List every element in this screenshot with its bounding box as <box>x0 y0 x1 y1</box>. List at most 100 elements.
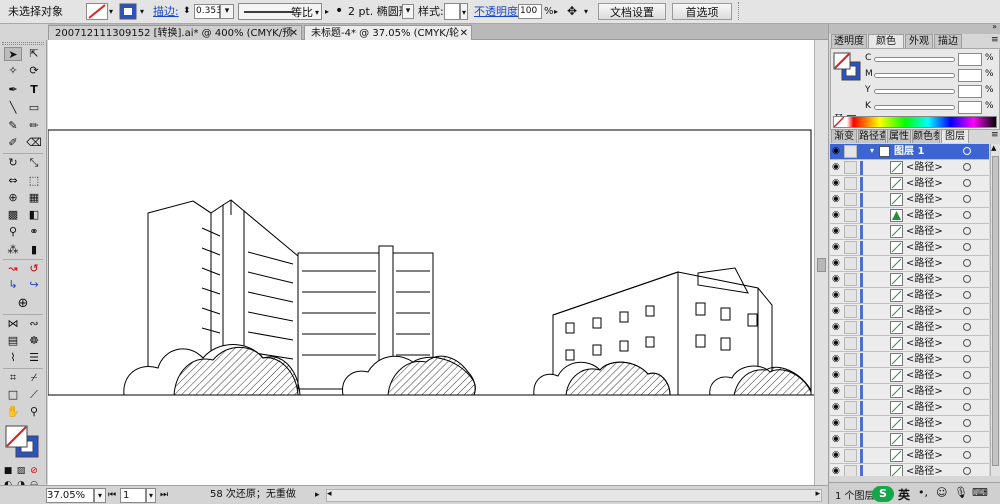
twirl-tool-icon[interactable]: ∾ <box>25 317 43 331</box>
eye-icon[interactable]: ◉ <box>832 435 840 444</box>
channel-slider[interactable] <box>874 105 955 110</box>
warp-tool-icon[interactable]: ⋈ <box>4 317 22 331</box>
eye-icon[interactable]: ◉ <box>832 387 840 396</box>
slice-tool-icon[interactable]: ⌿ <box>25 371 43 385</box>
lock-toggle[interactable] <box>844 321 857 334</box>
channel-input[interactable] <box>958 69 982 82</box>
layer-item-row[interactable]: ◉ <路径> <box>830 176 989 192</box>
chevron-down-icon[interactable]: ▾ <box>220 4 234 19</box>
ime-logo-icon[interactable]: S <box>872 486 894 502</box>
target-icon[interactable] <box>963 339 971 347</box>
eraser-tool-icon[interactable]: ⌫ <box>25 136 43 150</box>
layer-item-row[interactable]: ◉ <路径> <box>830 368 989 384</box>
target-icon[interactable] <box>963 387 971 395</box>
panel-menu-icon[interactable]: ≡ <box>991 130 999 140</box>
channel-input[interactable] <box>958 85 982 98</box>
lock-toggle[interactable] <box>844 305 857 318</box>
layer-item-row[interactable]: ◉ <路径> <box>830 160 989 176</box>
eye-icon[interactable]: ◉ <box>832 451 840 460</box>
chart-tool-icon[interactable]: ⌇ <box>4 351 22 365</box>
chevron-down-icon[interactable]: ▾ <box>140 3 144 20</box>
chevron-down-icon[interactable]: ▾ <box>94 488 106 503</box>
scroll-right-arrow[interactable]: ▸ <box>815 489 820 499</box>
target-icon[interactable] <box>963 323 971 331</box>
layer-item-row[interactable]: ◉ <路径> <box>830 432 989 448</box>
lock-toggle[interactable] <box>844 241 857 254</box>
chevron-down-icon[interactable]: ▾ <box>460 3 468 20</box>
line-tool-icon[interactable]: ╲ <box>4 101 22 115</box>
keyboard-icon[interactable]: ⌨ <box>972 486 988 499</box>
grid-tool-icon[interactable]: ▤ <box>4 334 22 348</box>
preferences-button[interactable]: 首选项 <box>672 3 732 20</box>
scroll-thumb[interactable] <box>992 156 999 466</box>
blend-tool-icon[interactable]: ⚭ <box>25 225 43 239</box>
gradient-tool-icon[interactable]: ◧ <box>25 208 43 222</box>
eye-icon[interactable]: ◉ <box>832 403 840 412</box>
target-icon[interactable] <box>963 259 971 267</box>
eye-icon[interactable]: ◉ <box>832 339 840 348</box>
tab-gradient[interactable]: 渐变 <box>831 129 857 143</box>
layer-item-row[interactable]: ◉ <路径> <box>830 464 989 476</box>
first-artboard-icon[interactable]: ⏮ <box>108 488 116 503</box>
channel-input[interactable] <box>958 53 982 66</box>
curve-tool-icon[interactable]: ↝ <box>4 262 22 276</box>
target-icon[interactable] <box>963 291 971 299</box>
eye-icon[interactable]: ◉ <box>832 163 840 172</box>
lock-toggle[interactable] <box>844 385 857 398</box>
target-icon[interactable] <box>963 211 971 219</box>
lock-toggle[interactable] <box>844 417 857 430</box>
layers-scrollbar[interactable]: ▲ <box>990 144 1000 476</box>
opacity-input[interactable]: 100 <box>518 4 542 19</box>
layer-item-row[interactable]: ◉ <路径> <box>830 240 989 256</box>
layer-item-row[interactable]: ◉ <路径> <box>830 304 989 320</box>
target-icon[interactable] <box>963 355 971 363</box>
lock-toggle[interactable] <box>844 257 857 270</box>
color-spectrum[interactable] <box>833 116 997 128</box>
lock-toggle[interactable] <box>844 177 857 190</box>
knife-tool-icon[interactable]: ⟋ <box>25 388 43 402</box>
layer-item-row[interactable]: ◉ <路径> <box>830 256 989 272</box>
perspective-grid-tool-icon[interactable]: ▦ <box>25 191 43 205</box>
lock-toggle[interactable] <box>844 353 857 366</box>
layer-item-row[interactable]: ◉ <路径> <box>830 288 989 304</box>
width-tool-icon[interactable]: ⇔ <box>4 174 22 188</box>
rectangle-tool-icon[interactable]: ▭ <box>25 101 43 115</box>
eyedropper-tool-icon[interactable]: ⚲ <box>4 225 22 239</box>
list-tool-icon[interactable]: ☰ <box>25 351 43 365</box>
tab-pathfinder[interactable]: 路径查 <box>858 129 886 143</box>
lock-toggle[interactable] <box>844 209 857 222</box>
stroke-swatch[interactable] <box>119 3 139 20</box>
hand-tool-icon[interactable]: ✋ <box>4 405 22 419</box>
layer-row-top[interactable]: ◉ ▾ 图层 1 <box>830 144 989 160</box>
target-icon[interactable] <box>963 419 971 427</box>
chevron-right-icon[interactable]: ▸ <box>325 3 329 20</box>
magic-wand-tool-icon[interactable]: ✧ <box>4 64 22 78</box>
target-icon[interactable] <box>963 179 971 187</box>
lock-toggle[interactable] <box>844 193 857 206</box>
eye-icon[interactable]: ◉ <box>832 227 840 236</box>
target-icon[interactable] <box>963 195 971 203</box>
chevron-right-icon[interactable]: ▸ <box>554 3 558 20</box>
eye-icon[interactable]: ◉ <box>832 259 840 268</box>
lock-toggle[interactable] <box>844 337 857 350</box>
rotate-tool-icon[interactable]: ↻ <box>4 156 22 170</box>
eye-icon[interactable]: ◉ <box>832 323 840 332</box>
last-artboard-icon[interactable]: ⏭ <box>160 488 168 503</box>
eye-icon[interactable]: ◉ <box>832 419 840 428</box>
ime-language[interactable]: 英 <box>898 486 910 503</box>
emoji-icon[interactable]: ☺ <box>936 486 947 499</box>
close-icon[interactable]: ✕ <box>290 26 298 41</box>
fill-stroke-widget[interactable] <box>5 425 39 458</box>
target-icon[interactable] <box>963 147 971 155</box>
channel-slider[interactable] <box>874 89 955 94</box>
voice-icon[interactable]: 🎙 <box>954 486 968 499</box>
lasso-tool-icon[interactable]: ⟳ <box>25 64 43 78</box>
recolor-icon[interactable]: ✥ <box>567 3 577 20</box>
channel-slider[interactable] <box>874 57 955 62</box>
layer-item-row[interactable]: ◉ <路径> <box>830 352 989 368</box>
channel-input[interactable] <box>958 101 982 114</box>
crosshair-tool-icon[interactable]: ⊕ <box>14 297 32 311</box>
paintbrush-tool-icon[interactable]: ✎ <box>4 119 22 133</box>
none-mode-icon[interactable]: ⊘ <box>28 464 40 478</box>
target-icon[interactable] <box>963 467 971 475</box>
